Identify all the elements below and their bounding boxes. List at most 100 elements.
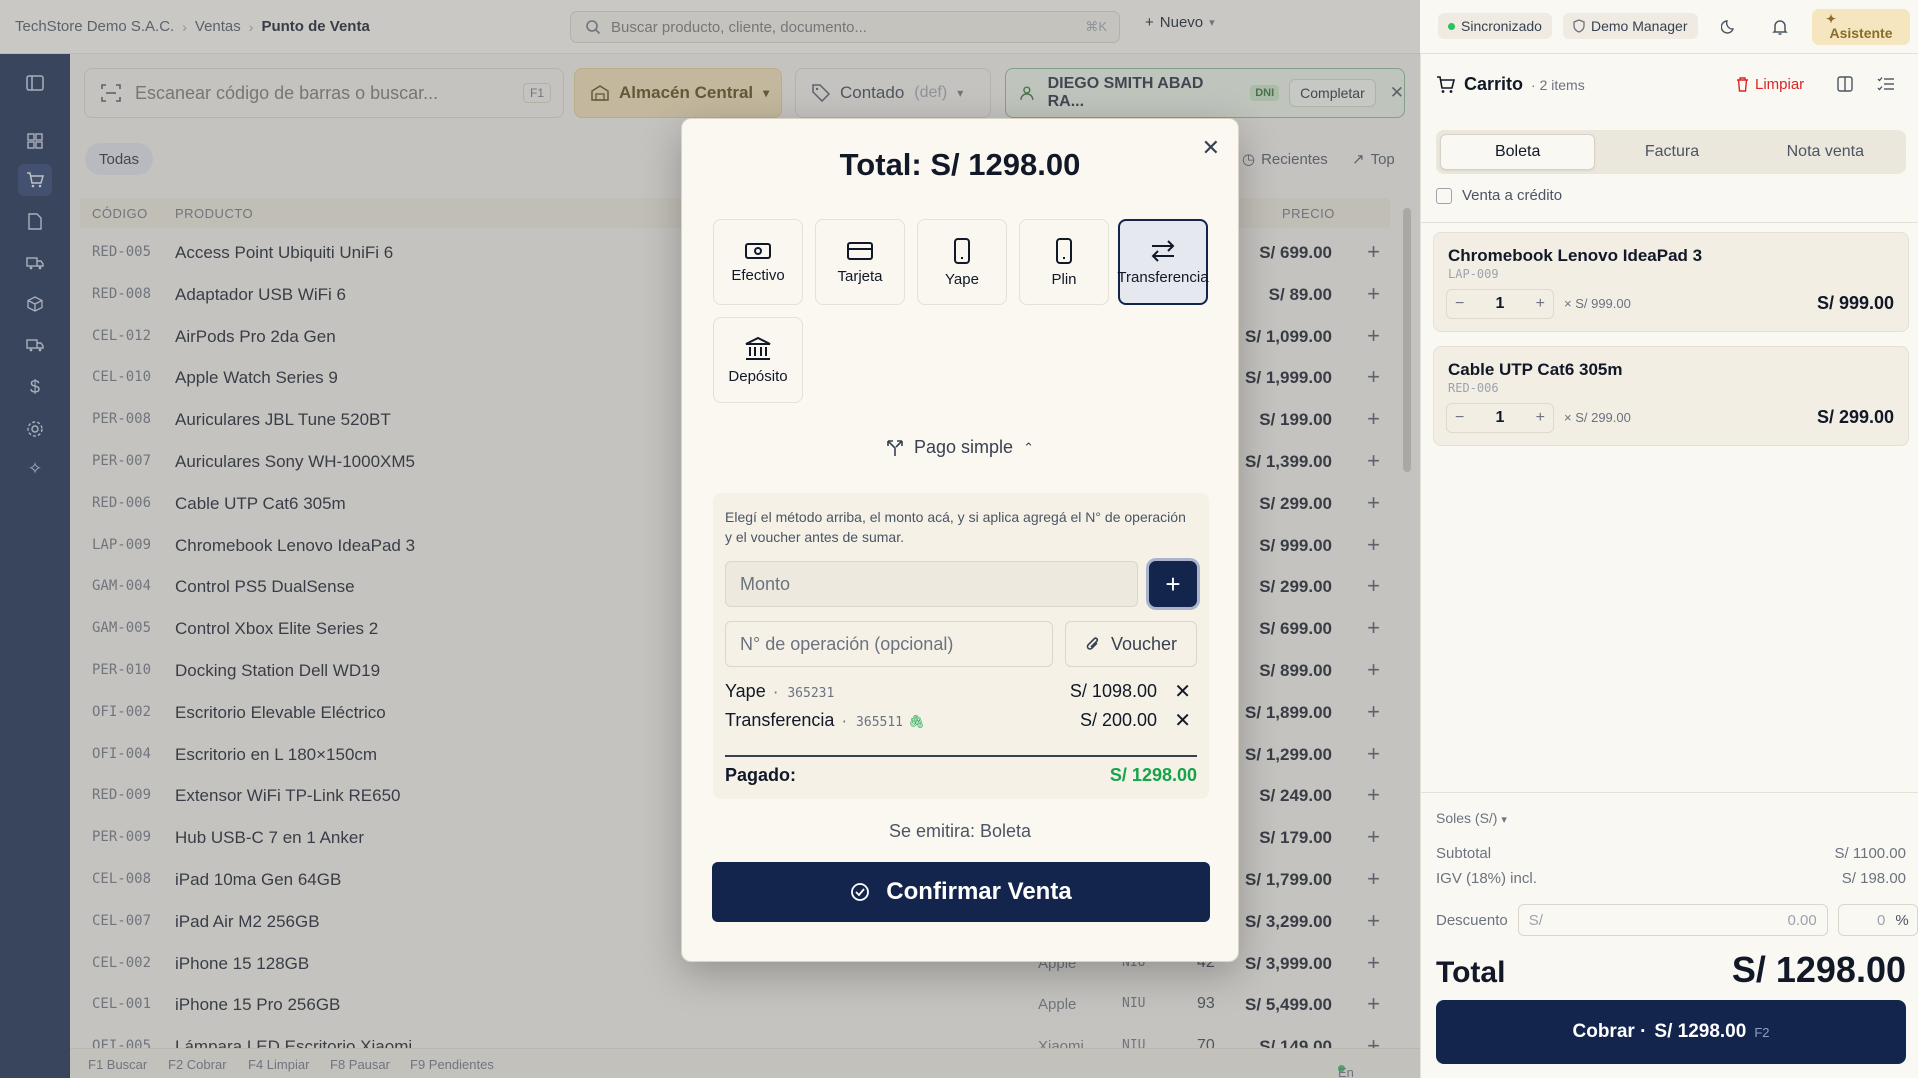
payment-entry-panel: Elegí el método arriba, el monto acá, y … — [713, 493, 1209, 799]
minus-icon[interactable]: − — [1455, 295, 1464, 313]
confirmar-venta-button[interactable]: Confirmar Venta — [712, 862, 1210, 922]
cart-header: Carrito · 2 items — [1436, 74, 1585, 95]
method-transferencia[interactable]: Transferencia — [1117, 219, 1209, 305]
venta-credito-label: Venta a crédito — [1462, 187, 1563, 204]
method-label: Depósito — [728, 367, 788, 385]
tab-factura[interactable]: Factura — [1595, 134, 1748, 170]
divider — [1421, 222, 1918, 223]
user-badge[interactable]: Demo Manager — [1563, 13, 1698, 39]
descuento-value: 0.00 — [1787, 911, 1817, 929]
cart-item-code: LAP-009 — [1448, 267, 1499, 281]
descuento-row: Descuento S/ 0.00 0 % — [1436, 904, 1918, 936]
notifications-button[interactable] — [1767, 14, 1793, 40]
descuento-prefix: S/ — [1528, 911, 1543, 929]
limpiar-button[interactable]: Limpiar — [1736, 76, 1804, 93]
cart-total: Total S/ 1298.00 — [1436, 949, 1906, 991]
currency-select[interactable]: Soles (S/) ▾ — [1436, 810, 1507, 826]
voucher-button[interactable]: Voucher — [1065, 621, 1197, 667]
cobrar-amount: S/ 1298.00 — [1654, 1021, 1747, 1042]
method-label: Efectivo — [731, 266, 785, 284]
subtotal-line: Subtotal S/ 1100.00 — [1436, 845, 1906, 862]
split-icon — [887, 439, 903, 456]
tab-nota-venta[interactable]: Nota venta — [1749, 134, 1902, 170]
cart-count: · 2 items — [1531, 76, 1585, 93]
sparkle-icon: ✦ — [1826, 12, 1837, 26]
igv-line: IGV (18%) incl. S/ 198.00 — [1436, 870, 1906, 887]
igv-label: IGV (18%) incl. — [1436, 870, 1537, 887]
asistente-button[interactable]: ✦ Asistente — [1812, 9, 1910, 45]
igv-value: S/ 198.00 — [1841, 870, 1906, 887]
list-options-button[interactable] — [1877, 76, 1895, 96]
sync-dot-icon — [1448, 22, 1455, 30]
add-payment-button[interactable]: + — [1149, 561, 1197, 607]
bank-icon — [745, 336, 771, 360]
pagado-value: S/ 1298.00 — [1109, 765, 1197, 785]
split-view-button[interactable] — [1837, 76, 1853, 96]
subtotal-value: S/ 1100.00 — [1834, 845, 1906, 862]
card-icon — [847, 241, 873, 260]
payment-line: Yape · 365231 S/ 1098.00 ✕ — [725, 677, 1197, 707]
cobrar-button[interactable]: Cobrar · S/ 1298.00 F2 — [1436, 1000, 1906, 1064]
payment-line: Transferencia · 365511 🖇 S/ 200.00 ✕ — [725, 706, 1197, 736]
moon-icon — [1721, 20, 1735, 34]
modal-total-title: Total: S/ 1298.00 — [839, 147, 1081, 182]
trash-icon — [1737, 77, 1748, 92]
method-efectivo[interactable]: Efectivo — [713, 219, 803, 305]
cart-item-name: Chromebook Lenovo IdeaPad 3 — [1448, 246, 1703, 265]
payment-amount: S/ 1098.00 — [1069, 681, 1157, 701]
venta-credito-checkbox[interactable] — [1436, 187, 1452, 204]
method-tarjeta[interactable]: Tarjeta — [815, 219, 905, 305]
method-deposito[interactable]: Depósito — [713, 317, 803, 403]
quantity-value[interactable]: 1 — [1496, 295, 1505, 313]
tab-boleta[interactable]: Boleta — [1440, 134, 1596, 170]
payment-amount: S/ 200.00 — [1079, 710, 1157, 730]
pago-simple-toggle[interactable]: Pago simple ⌃ — [682, 437, 1238, 458]
confirmar-label: Confirmar Venta — [886, 878, 1072, 905]
paperclip-icon: 🖇 — [908, 714, 925, 729]
cart-item: Cable UTP Cat6 305m RED-006 − 1 + × S/ 2… — [1433, 346, 1909, 446]
pagado-label: Pagado: — [725, 765, 797, 785]
total-label: Total — [1436, 956, 1506, 989]
quantity-stepper[interactable]: − 1 + — [1446, 289, 1554, 319]
cart-item-code: RED-006 — [1448, 381, 1499, 395]
paperclip-icon — [1086, 637, 1099, 650]
chevron-down-icon: ▾ — [1501, 814, 1507, 826]
check-circle-icon — [851, 883, 870, 901]
cart-title: Carrito — [1464, 74, 1524, 94]
divider — [1421, 792, 1918, 793]
remove-payment-icon[interactable]: ✕ — [1174, 708, 1191, 733]
document-type-tabs: Boleta Factura Nota venta — [1436, 130, 1906, 174]
venta-credito-toggle[interactable]: Venta a crédito — [1436, 187, 1562, 204]
cart-item-unit-price: × S/ 299.00 — [1564, 410, 1631, 425]
method-label: Transferencia — [1117, 268, 1209, 286]
plus-icon: + — [1165, 568, 1181, 599]
quantity-value[interactable]: 1 — [1496, 409, 1505, 427]
cart-item-total: S/ 299.00 — [1816, 407, 1894, 427]
payment-operation: · 365231 — [771, 686, 835, 701]
subtotal-label: Subtotal — [1436, 845, 1492, 862]
cart-item-total: S/ 999.00 — [1816, 293, 1894, 313]
payment-method: Transferencia — [725, 710, 835, 730]
method-label: Tarjeta — [837, 267, 883, 285]
plus-icon[interactable]: + — [1536, 295, 1545, 313]
descuento-amount-input[interactable]: S/ 0.00 — [1517, 904, 1828, 936]
cart-panel: Carrito · 2 items Limpiar Boleta Factura… — [1420, 54, 1918, 1078]
remove-payment-icon[interactable]: ✕ — [1174, 679, 1191, 704]
descuento-percent-input[interactable]: 0 % — [1837, 904, 1918, 936]
voucher-label: Voucher — [1110, 633, 1178, 654]
method-plin[interactable]: Plin — [1019, 219, 1109, 305]
emitira-text: Se emitira: Boleta — [888, 821, 1032, 841]
method-label: Yape — [945, 270, 979, 288]
monto-input[interactable]: Monto — [725, 561, 1138, 607]
cart-icon — [1437, 75, 1456, 93]
payment-method: Yape — [725, 681, 766, 701]
quantity-stepper[interactable]: − 1 + — [1446, 403, 1554, 433]
method-yape[interactable]: Yape — [917, 219, 1007, 305]
cart-item-unit-price: × S/ 999.00 — [1564, 296, 1631, 311]
phone-icon — [1056, 237, 1072, 264]
user-label: Demo Manager — [1591, 18, 1688, 34]
theme-toggle[interactable] — [1716, 14, 1742, 40]
operacion-input[interactable]: N° de operación (opcional) — [725, 621, 1053, 667]
plus-icon[interactable]: + — [1536, 409, 1545, 427]
minus-icon[interactable]: − — [1455, 409, 1464, 427]
